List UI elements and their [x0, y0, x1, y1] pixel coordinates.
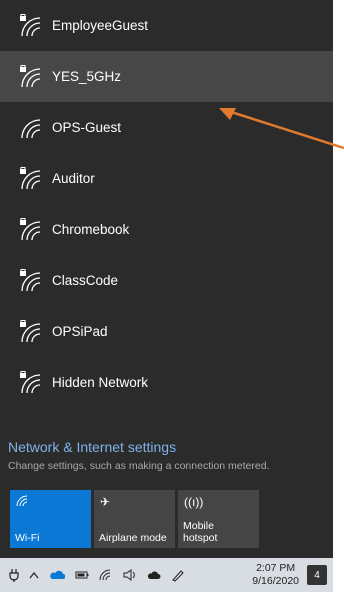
airplane-mode-tile[interactable]: ✈ Airplane mode [94, 490, 175, 548]
network-item[interactable]: OPS-Guest [0, 102, 333, 153]
chevron-up-icon[interactable] [29, 571, 39, 579]
secured-wifi-icon [18, 13, 42, 38]
network-item[interactable]: ClassCode [0, 255, 333, 306]
onedrive-icon[interactable] [49, 570, 65, 580]
power-icon[interactable] [9, 568, 19, 582]
system-clock[interactable]: 2:07 PM 9/16/2020 [252, 562, 299, 588]
network-item[interactable]: EmployeeGuest [0, 0, 333, 51]
secured-wifi-icon [18, 217, 42, 242]
cloud-icon[interactable] [147, 570, 161, 580]
airplane-icon: ✈ [100, 495, 111, 509]
network-name: Chromebook [52, 222, 130, 237]
network-name: EmployeeGuest [52, 18, 149, 33]
clock-time: 2:07 PM [256, 562, 296, 574]
airplane-mode-tile-label: Airplane mode [99, 532, 167, 544]
network-item[interactable]: Auditor [0, 153, 333, 204]
notification-count: 4 [314, 569, 320, 581]
taskbar: 2:07 PM 9/16/2020 4 [0, 558, 333, 592]
network-settings-section: Network & Internet settings Change setti… [0, 438, 333, 472]
quick-action-tiles: Wi-Fi ✈ Airplane mode ((ı)) Mobile hotsp… [10, 490, 259, 548]
notification-center-button[interactable]: 4 [307, 565, 327, 585]
wifi-tile-label: Wi-Fi [15, 532, 40, 544]
network-tray-icon[interactable] [99, 569, 113, 581]
secured-wifi-icon [18, 370, 42, 395]
network-name: ClassCode [52, 273, 119, 288]
network-name: YES_5GHz [52, 69, 122, 84]
network-item[interactable]: Chromebook [0, 204, 333, 255]
network-name: OPS-Guest [52, 120, 122, 135]
secured-wifi-icon [18, 166, 42, 191]
hotspot-icon: ((ı)) [184, 495, 204, 509]
volume-icon[interactable] [123, 569, 137, 581]
battery-icon[interactable] [75, 570, 89, 580]
clock-date: 9/16/2020 [252, 575, 299, 587]
network-settings-description: Change settings, such as making a connec… [8, 460, 270, 472]
network-name: Auditor [52, 171, 95, 186]
wifi-tile[interactable]: Wi-Fi [10, 490, 91, 548]
pen-icon[interactable] [171, 568, 185, 582]
network-name: Hidden Network [52, 375, 149, 390]
network-name: OPSiPad [52, 324, 108, 339]
network-settings-link[interactable]: Network & Internet settings [8, 438, 333, 456]
wifi-icon [18, 116, 42, 140]
network-item[interactable]: OPSiPad [0, 306, 333, 357]
secured-wifi-icon [18, 64, 42, 89]
window-edge [333, 0, 344, 592]
secured-wifi-icon [18, 268, 42, 293]
mobile-hotspot-tile[interactable]: ((ı)) Mobile hotspot [178, 490, 259, 548]
network-item[interactable]: Hidden Network [0, 357, 333, 408]
secured-wifi-icon [18, 319, 42, 344]
mobile-hotspot-tile-label: Mobile hotspot [183, 520, 218, 544]
network-flyout: EmployeeGuest YES_5GHz OPS-Guest Auditor Chr… [0, 0, 333, 558]
network-list: EmployeeGuest YES_5GHz OPS-Guest Auditor Chr… [0, 0, 333, 408]
network-item[interactable]: YES_5GHz [0, 51, 333, 102]
wifi-icon [16, 495, 85, 509]
